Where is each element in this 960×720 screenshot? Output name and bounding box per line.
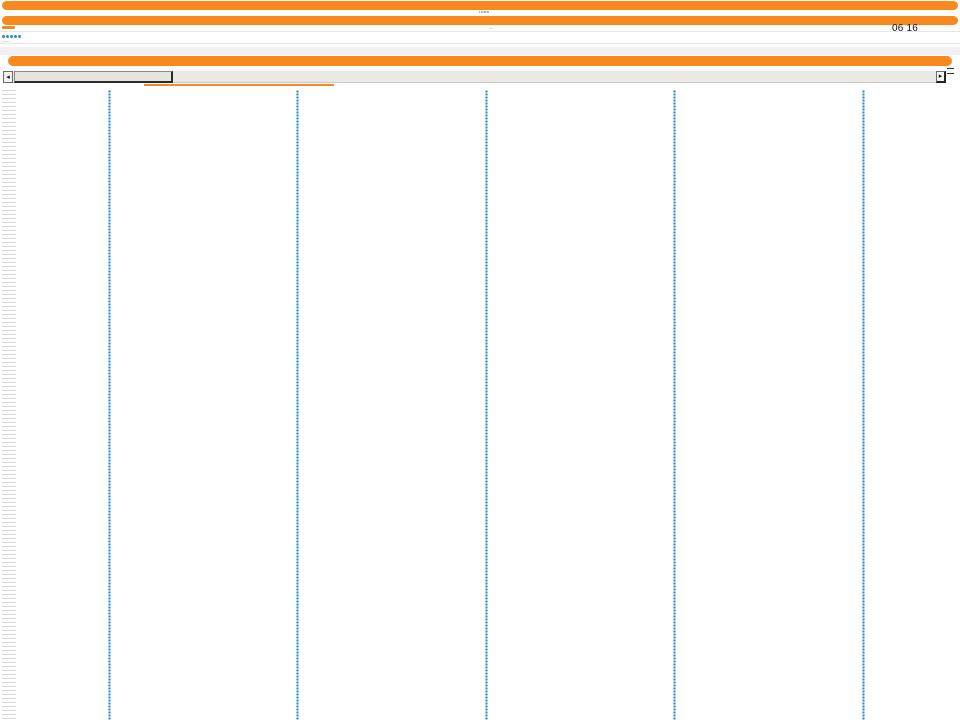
- track-line[interactable]: [673, 90, 676, 720]
- app-screen: Linea – 06 16 —— ◂ ▸: [0, 0, 960, 720]
- timeline-bar[interactable]: [8, 56, 952, 66]
- track-line[interactable]: [108, 90, 111, 720]
- track-line[interactable]: [485, 90, 488, 720]
- menu-icon[interactable]: [947, 68, 954, 74]
- page-dot[interactable]: [18, 35, 21, 38]
- arrow-right-icon: ▸: [938, 73, 943, 80]
- track-line[interactable]: [296, 90, 299, 720]
- arrow-left-icon: ◂: [6, 73, 10, 81]
- menu-icon-line: [947, 73, 954, 74]
- page-dot[interactable]: [14, 35, 17, 38]
- row-label-column: [2, 90, 16, 720]
- scroll-thumb[interactable]: [14, 71, 173, 83]
- mini-tab-indicator[interactable]: [2, 26, 15, 29]
- track-line[interactable]: [862, 90, 865, 720]
- clock-display: 06 16: [892, 23, 919, 34]
- header-divider: [0, 31, 960, 32]
- scroll-right-button[interactable]: ▸: [936, 71, 946, 83]
- gray-band: [0, 47, 960, 55]
- page-dot[interactable]: [10, 35, 13, 38]
- header-caption: Linea: [479, 9, 489, 14]
- secondary-header-bar[interactable]: [2, 16, 958, 25]
- menu-icon-line: [947, 68, 954, 69]
- horizontal-scrollbar[interactable]: ◂ ▸: [3, 71, 946, 83]
- scroll-left-button[interactable]: ◂: [3, 71, 13, 83]
- toolbar-divider: [0, 43, 960, 44]
- active-tab-underline: [144, 84, 334, 86]
- secondary-caption: –: [489, 25, 493, 30]
